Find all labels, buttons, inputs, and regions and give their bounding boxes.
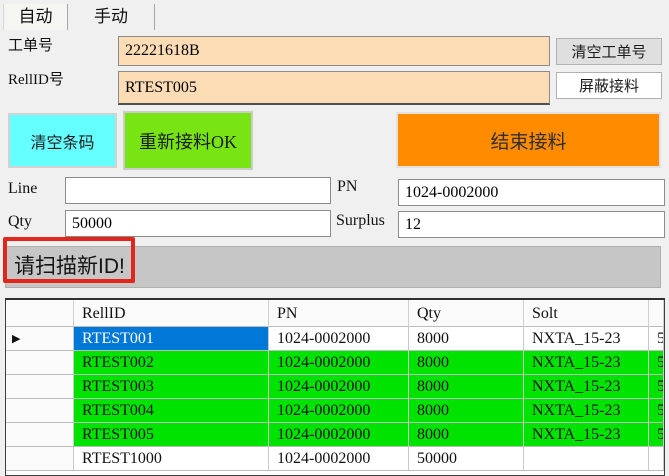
cell-solt[interactable] — [524, 447, 649, 471]
cell-extra[interactable]: 5 — [649, 375, 664, 399]
cell-qty[interactable]: 8000 — [409, 327, 524, 351]
row-selector-cell[interactable] — [6, 375, 74, 399]
table-row[interactable]: RTEST0021024-00020008000NXTA_15-235 — [6, 351, 664, 375]
table-body: ▶RTEST0011024-00020008000NXTA_15-235RTES… — [6, 327, 664, 471]
shield-feed-button[interactable]: 屏蔽接料 — [556, 72, 662, 99]
line-label: Line — [8, 180, 37, 198]
cell-extra[interactable]: 5 — [649, 423, 664, 447]
header-extra — [649, 300, 664, 327]
cell-solt[interactable]: NXTA_15-23 — [524, 327, 649, 351]
cell-pn[interactable]: 1024-0002000 — [269, 375, 409, 399]
rell-id-input[interactable] — [118, 71, 550, 105]
table-row[interactable]: RTEST0051024-00020008000NXTA_15-235 — [6, 423, 664, 447]
feeder-app-window: 自动 手动 工单号 清空工单号 RellID号 屏蔽接料 清空条码 重新接料OK… — [0, 0, 669, 476]
table-row[interactable]: RTEST10001024-000200050000 — [6, 447, 664, 471]
cell-extra[interactable] — [649, 447, 664, 471]
cell-solt[interactable]: NXTA_15-23 — [524, 375, 649, 399]
surplus-label: Surplus — [336, 212, 385, 230]
header-qty[interactable]: Qty — [409, 300, 524, 327]
cell-extra[interactable]: 5 — [649, 399, 664, 423]
qty-label: Qty — [8, 213, 32, 231]
cell-rellid[interactable]: RTEST001 — [74, 327, 269, 351]
cell-qty[interactable]: 8000 — [409, 399, 524, 423]
header-row-selector — [6, 300, 74, 327]
end-feed-button[interactable]: 结束接料 — [396, 112, 661, 168]
cell-rellid[interactable]: RTEST002 — [74, 351, 269, 375]
surplus-input[interactable] — [398, 211, 665, 238]
cell-pn[interactable]: 1024-0002000 — [269, 327, 409, 351]
pn-label: PN — [337, 178, 357, 196]
row-selector-cell[interactable] — [6, 423, 74, 447]
cell-solt[interactable]: NXTA_15-23 — [524, 423, 649, 447]
table-row[interactable]: RTEST0041024-00020008000NXTA_15-235 — [6, 399, 664, 423]
cell-rellid[interactable]: RTEST003 — [74, 375, 269, 399]
cell-qty[interactable]: 8000 — [409, 375, 524, 399]
cell-qty[interactable]: 50000 — [409, 447, 524, 471]
cell-extra[interactable]: 5 — [649, 327, 664, 351]
cell-qty[interactable]: 8000 — [409, 423, 524, 447]
cell-pn[interactable]: 1024-0002000 — [269, 351, 409, 375]
qty-input[interactable] — [65, 210, 331, 237]
reel-data-grid[interactable]: RellID PN Qty Solt ▶RTEST0011024-0002000… — [5, 298, 665, 476]
refeed-ok-button[interactable]: 重新接料OK — [123, 111, 253, 170]
cell-solt[interactable]: NXTA_15-23 — [524, 351, 649, 375]
row-selector-cell[interactable] — [6, 351, 74, 375]
table-row[interactable]: RTEST0031024-00020008000NXTA_15-235 — [6, 375, 664, 399]
header-rellid[interactable]: RellID — [74, 300, 269, 327]
work-order-label: 工单号 — [8, 34, 53, 55]
row-selector-cell[interactable] — [6, 399, 74, 423]
row-selector-cell[interactable] — [6, 447, 74, 471]
cell-rellid[interactable]: RTEST005 — [74, 423, 269, 447]
clear-work-order-button[interactable]: 清空工单号 — [556, 38, 662, 65]
annotation-red-rectangle — [3, 237, 135, 283]
cell-solt[interactable]: NXTA_15-23 — [524, 399, 649, 423]
pn-input[interactable] — [398, 179, 665, 206]
line-input[interactable] — [65, 177, 331, 204]
cell-extra[interactable]: 5 — [649, 351, 664, 375]
rell-id-label: RellID号 — [8, 68, 64, 89]
tab-manual[interactable]: 手动 — [68, 4, 155, 30]
cell-pn[interactable]: 1024-0002000 — [269, 399, 409, 423]
tab-auto[interactable]: 自动 — [3, 4, 68, 30]
work-order-input[interactable] — [118, 36, 550, 66]
cell-pn[interactable]: 1024-0002000 — [269, 447, 409, 471]
cell-rellid[interactable]: RTEST1000 — [74, 447, 269, 471]
header-pn[interactable]: PN — [269, 300, 409, 327]
cell-rellid[interactable]: RTEST004 — [74, 399, 269, 423]
clear-barcode-button[interactable]: 清空条码 — [8, 113, 117, 168]
cell-qty[interactable]: 8000 — [409, 351, 524, 375]
header-solt[interactable]: Solt — [524, 300, 649, 327]
table-header-row: RellID PN Qty Solt — [6, 300, 664, 327]
row-selector-cell[interactable]: ▶ — [6, 327, 74, 351]
table-row[interactable]: ▶RTEST0011024-00020008000NXTA_15-235 — [6, 327, 664, 351]
cell-pn[interactable]: 1024-0002000 — [269, 423, 409, 447]
